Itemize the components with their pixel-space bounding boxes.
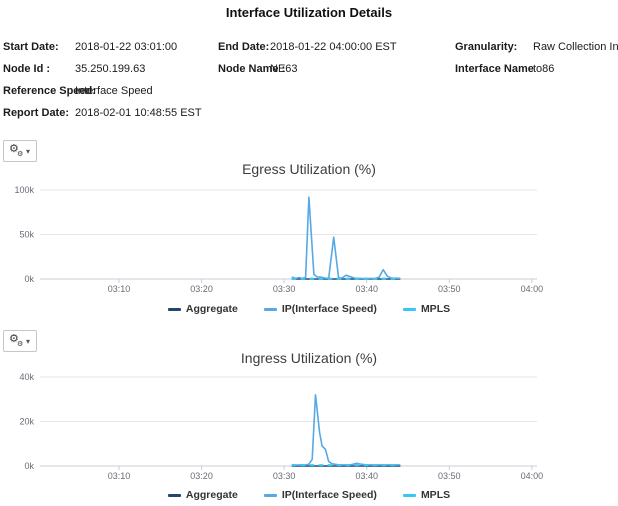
- info-label: Report Date:: [3, 107, 70, 119]
- info-value: Raw Collection Interval: [533, 41, 618, 53]
- svg-text:03:50: 03:50: [438, 471, 461, 481]
- gear-icon: ⚙ ⚙: [8, 332, 24, 348]
- legend-swatch: [263, 493, 277, 497]
- svg-text:50k: 50k: [19, 230, 34, 240]
- series-ip-interface-speed-: [291, 196, 401, 280]
- info-value: NE63: [270, 63, 298, 75]
- svg-text:03:10: 03:10: [108, 284, 131, 294]
- legend-swatch: [167, 493, 181, 497]
- svg-text:03:40: 03:40: [355, 284, 378, 294]
- legend-swatch: [402, 307, 416, 311]
- info-value: 2018-01-22 04:00:00 EST: [270, 41, 397, 53]
- legend-item: Aggregate: [167, 303, 238, 315]
- egress-chart-settings-button[interactable]: ⚙ ⚙ ▾: [3, 140, 37, 162]
- info-value: Interface Speed: [75, 85, 153, 97]
- legend-label: MPLS: [420, 489, 451, 501]
- info-label: Interface Name: [455, 63, 534, 75]
- info-label: End Date:: [218, 41, 270, 53]
- legend-item: MPLS: [402, 489, 451, 501]
- legend-label: MPLS: [420, 303, 451, 315]
- legend-item: MPLS: [402, 303, 451, 315]
- info-label: Node Id :: [3, 63, 51, 75]
- legend-swatch: [402, 493, 416, 497]
- egress-chart: 0k 50k 100k 03:10 03:20 03:30 03:40 03:50 04:00: [14, 185, 544, 294]
- info-value: 35.250.199.63: [75, 63, 146, 75]
- legend-label: IP(Interface Speed): [281, 489, 377, 501]
- svg-text:40k: 40k: [19, 372, 34, 382]
- chevron-down-icon: ▾: [25, 146, 30, 156]
- info-label: Start Date:: [3, 41, 59, 53]
- info-value: 2018-02-01 10:48:55 EST: [75, 107, 202, 119]
- svg-text:03:20: 03:20: [190, 471, 213, 481]
- egress-chart-legend: Aggregate IP(Interface Speed) MPLS: [0, 303, 618, 315]
- legend-label: Aggregate: [185, 303, 238, 315]
- svg-text:100k: 100k: [14, 185, 34, 195]
- ingress-chart-title: Ingress Utilization (%): [240, 350, 378, 366]
- svg-text:04:00: 04:00: [521, 471, 544, 481]
- legend-label: Aggregate: [185, 489, 238, 501]
- info-value: to86: [533, 63, 555, 75]
- legend-item: IP(Interface Speed): [263, 303, 377, 315]
- svg-text:0k: 0k: [24, 461, 34, 471]
- svg-text:0k: 0k: [24, 274, 34, 284]
- svg-text:03:50: 03:50: [438, 284, 461, 294]
- report-page: Interface Utilization Details Start Date…: [0, 0, 618, 506]
- legend-item: IP(Interface Speed): [263, 489, 377, 501]
- info-value: 2018-01-22 03:01:00: [75, 41, 178, 53]
- svg-text:03:30: 03:30: [273, 471, 296, 481]
- legend-swatch: [167, 307, 181, 311]
- svg-text:03:30: 03:30: [273, 284, 296, 294]
- ingress-chart: 0k 20k 40k 03:10 03:20 03:30 03:40 03:50 04:00: [19, 372, 544, 481]
- ingress-chart-legend: Aggregate IP(Interface Speed) MPLS: [0, 489, 618, 501]
- svg-text:03:40: 03:40: [355, 471, 378, 481]
- info-label: Granularity:: [455, 41, 518, 53]
- legend-label: IP(Interface Speed): [281, 303, 377, 315]
- svg-text:03:10: 03:10: [108, 471, 131, 481]
- page-title: Interface Utilization Details: [225, 5, 393, 20]
- svg-text:04:00: 04:00: [521, 284, 544, 294]
- svg-text:03:20: 03:20: [190, 284, 213, 294]
- gear-icon: ⚙ ⚙: [8, 142, 24, 158]
- svg-text:20k: 20k: [19, 417, 34, 427]
- series-ip-interface-speed-: [291, 393, 401, 466]
- egress-chart-title: Egress Utilization (%): [242, 161, 376, 177]
- chevron-down-icon: ▾: [25, 336, 30, 346]
- ingress-chart-settings-button[interactable]: ⚙ ⚙ ▾: [3, 330, 37, 352]
- legend-item: Aggregate: [167, 489, 238, 501]
- legend-swatch: [263, 307, 277, 311]
